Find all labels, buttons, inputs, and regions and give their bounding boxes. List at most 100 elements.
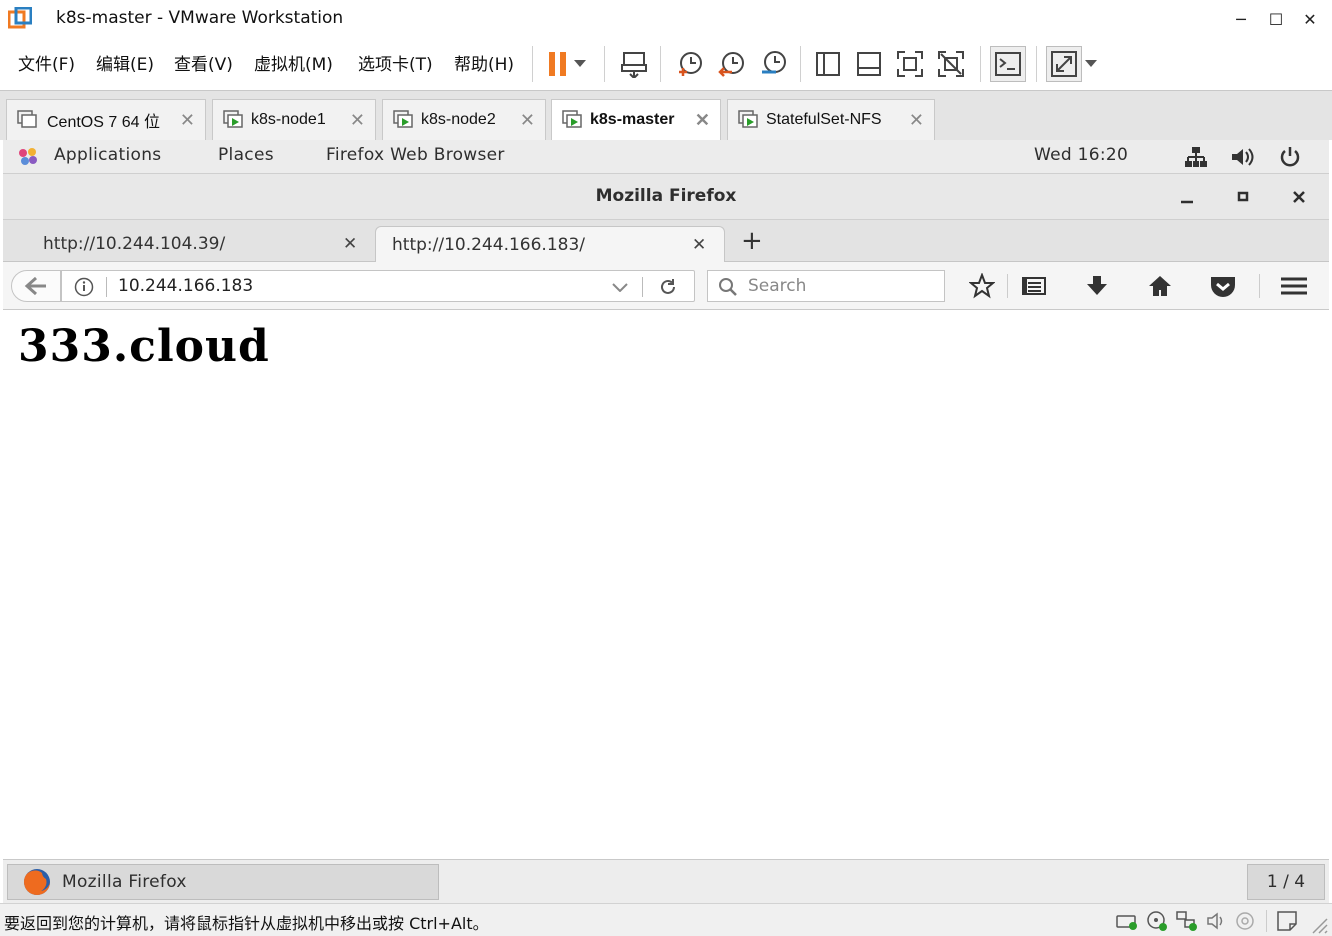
home-button[interactable]	[1145, 272, 1175, 300]
ff-minimize-button[interactable]	[1173, 184, 1201, 210]
reload-icon[interactable]	[658, 277, 678, 297]
vmware-menubar: 文件(F) 编辑(E) 查看(V) 虚拟机(M) 选项卡(T) 帮助(H)	[0, 38, 1332, 90]
close-icon[interactable]: ✕	[180, 110, 195, 131]
stretch-dropdown[interactable]	[1080, 46, 1102, 82]
maximize-button[interactable]: ☐	[1259, 4, 1293, 34]
status-separator	[1266, 910, 1267, 932]
workspace-indicator[interactable]: 1 / 4	[1247, 864, 1325, 900]
close-icon[interactable]: ✕	[692, 235, 706, 255]
toolbar-separator	[532, 46, 533, 82]
minimize-icon	[1181, 200, 1193, 204]
info-icon[interactable]	[74, 277, 94, 297]
stretch-guest-button[interactable]	[1046, 46, 1082, 82]
cd-dvd-icon[interactable]	[1146, 910, 1168, 932]
unity-icon	[938, 51, 964, 77]
full-screen-icon	[897, 51, 923, 77]
download-arrow-icon	[1087, 276, 1107, 295]
close-icon[interactable]: ✕	[343, 234, 357, 254]
chevron-down-icon[interactable]	[612, 283, 628, 292]
vm-running-icon	[562, 110, 582, 128]
vm-tab-k8s-node1[interactable]: k8s-node1 ✕	[212, 99, 376, 140]
volume-icon[interactable]	[1230, 146, 1256, 168]
thumbnail-bar-button[interactable]	[851, 46, 887, 82]
menu-tabs[interactable]: 选项卡(T)	[358, 50, 433, 75]
usb-device-icon[interactable]	[1234, 910, 1256, 932]
menu-view[interactable]: 查看(V)	[174, 50, 233, 75]
star-icon	[969, 273, 995, 299]
ff-close-button[interactable]	[1285, 184, 1313, 210]
url-text[interactable]: 10.244.166.183	[118, 276, 253, 296]
ff-tab-1[interactable]: http://10.244.104.39/ ✕	[23, 226, 371, 262]
bookmarks-menu-button[interactable]	[1019, 272, 1049, 300]
close-icon[interactable]: ✕	[695, 110, 710, 131]
send-ctrl-alt-del-button[interactable]	[616, 46, 652, 82]
sound-card-icon[interactable]	[1206, 910, 1228, 932]
menu-file[interactable]: 文件(F)	[18, 50, 75, 75]
full-screen-button[interactable]	[892, 46, 928, 82]
places-menu[interactable]: Places	[218, 145, 274, 165]
power-icon[interactable]	[1278, 145, 1302, 169]
pocket-icon	[1211, 277, 1235, 297]
vmware-logo-icon	[8, 7, 32, 31]
clock[interactable]: Wed 16:20	[1034, 145, 1128, 165]
vm-tab-label: k8s-node1	[251, 111, 326, 128]
power-dropdown[interactable]	[568, 46, 592, 82]
pocket-button[interactable]	[1208, 272, 1238, 300]
minimize-button[interactable]: ─	[1224, 4, 1258, 34]
console-icon	[995, 52, 1021, 76]
console-view-button[interactable]	[990, 46, 1026, 82]
menu-help[interactable]: 帮助(H)	[454, 50, 514, 75]
vm-running-icon	[738, 110, 758, 128]
url-bar[interactable]: 10.244.166.183	[61, 270, 695, 302]
close-icon[interactable]: ✕	[909, 110, 924, 131]
search-input[interactable]: Search	[707, 270, 945, 302]
vm-tab-k8s-node2[interactable]: k8s-node2 ✕	[382, 99, 546, 140]
firefox-icon	[23, 869, 50, 895]
hamburger-menu-icon	[1281, 277, 1307, 295]
close-button[interactable]: ✕	[1293, 4, 1327, 34]
vm-tab-label: k8s-node2	[421, 111, 496, 128]
hard-disk-icon[interactable]	[1116, 910, 1138, 932]
close-icon	[1293, 191, 1305, 203]
ff-tab-2[interactable]: http://10.244.166.183/ ✕	[375, 226, 725, 262]
vmware-title-bar: k8s-master - VMware Workstation ─ ☐ ✕	[0, 0, 1332, 38]
vm-tab-centos[interactable]: CentOS 7 64 位 ✕	[6, 99, 206, 140]
message-log-icon[interactable]	[1276, 910, 1298, 932]
ff-maximize-button[interactable]	[1229, 184, 1257, 210]
applications-menu[interactable]: Applications	[54, 145, 161, 165]
revert-snapshot-button[interactable]	[714, 46, 750, 82]
thumbnail-bar-icon	[857, 52, 881, 76]
unity-button[interactable]	[933, 46, 969, 82]
bookmark-star-button[interactable]	[967, 272, 997, 300]
vm-tab-strip: CentOS 7 64 位 ✕ k8s-node1 ✕ k8s-node2 ✕ …	[0, 90, 1332, 140]
firefox-window-title: Mozilla Firefox	[595, 186, 737, 206]
network-adapter-icon[interactable]	[1176, 910, 1198, 932]
vm-tab-statefulset-nfs[interactable]: StatefulSet-NFS ✕	[727, 99, 935, 140]
vm-tab-label: StatefulSet-NFS	[766, 111, 882, 128]
toolbar-separator	[1036, 46, 1037, 82]
snapshot-icon	[679, 52, 702, 76]
new-tab-button[interactable]: +	[741, 226, 763, 256]
pause-icon	[549, 52, 566, 76]
resize-grip-icon[interactable]	[1308, 914, 1328, 934]
open-menu-button[interactable]	[1279, 272, 1309, 300]
chevron-down-icon	[574, 60, 586, 67]
network-icon[interactable]	[1184, 146, 1208, 168]
close-icon: ✕	[1303, 9, 1317, 29]
taskbar-firefox[interactable]: Mozilla Firefox	[7, 864, 439, 900]
window-title: k8s-master - VMware Workstation	[56, 8, 344, 28]
menu-vm[interactable]: 虚拟机(M)	[254, 50, 333, 75]
url-separator	[642, 277, 643, 297]
active-app-menu[interactable]: Firefox Web Browser	[326, 145, 505, 165]
downloads-button[interactable]	[1082, 272, 1112, 300]
snapshot-button[interactable]	[672, 46, 708, 82]
close-icon[interactable]: ✕	[520, 110, 535, 131]
back-button[interactable]	[11, 270, 61, 302]
menu-edit[interactable]: 编辑(E)	[96, 50, 154, 75]
close-icon[interactable]: ✕	[350, 110, 365, 131]
vm-tab-k8s-master[interactable]: k8s-master ✕	[551, 99, 721, 140]
vm-tab-label: k8s-master	[590, 111, 675, 128]
snapshot-manager-button[interactable]	[756, 46, 792, 82]
search-icon	[718, 277, 738, 297]
show-library-button[interactable]	[810, 46, 846, 82]
